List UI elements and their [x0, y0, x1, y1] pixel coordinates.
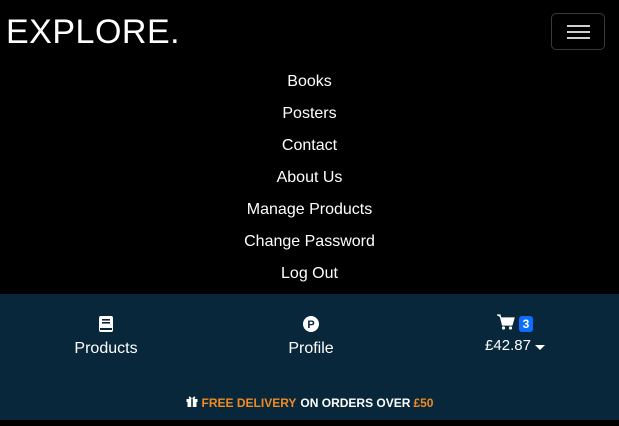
menu-toggle-button[interactable]: [551, 13, 605, 50]
hamburger-icon-line-2: [567, 31, 590, 33]
nav-item-books: Books: [0, 66, 619, 98]
shopping-cart-icon: [496, 313, 515, 335]
profile-label: Profile: [288, 340, 334, 357]
nav-link-about-us[interactable]: About Us: [277, 162, 343, 194]
brand-logo[interactable]: EXPLORE.: [6, 12, 180, 52]
nav-item-posters: Posters: [0, 98, 619, 130]
cart-total: £42.87: [485, 337, 531, 354]
promo-highlight: FREE DELIVERY: [201, 395, 297, 410]
nav-link-manage-products[interactable]: Manage Products: [247, 194, 372, 226]
products-button[interactable]: Products: [56, 316, 156, 358]
promo-banner: FREE DELIVERY ON ORDERS OVER £50: [0, 395, 619, 410]
nav-link-books[interactable]: Books: [287, 66, 331, 98]
bottom-strip: [0, 420, 619, 426]
cart-count-badge: 3: [518, 316, 534, 332]
products-label: Products: [74, 340, 138, 357]
svg-text:P: P: [307, 319, 314, 331]
hamburger-icon-line-1: [567, 25, 590, 27]
nav-link-contact[interactable]: Contact: [282, 130, 337, 162]
nav-item-contact: Contact: [0, 130, 619, 162]
hamburger-icon-line-3: [567, 37, 590, 39]
promo-middle-text: ON ORDERS OVER: [300, 395, 411, 410]
book-icon: [56, 316, 156, 336]
nav-link-change-password[interactable]: Change Password: [244, 226, 375, 258]
page: EXPLORE. Books Posters Contact About Us …: [0, 0, 619, 426]
profile-p-icon: P: [262, 316, 360, 336]
nav-item-change-password: Change Password: [0, 226, 619, 258]
nav-link-log-out[interactable]: Log Out: [281, 258, 338, 290]
cart-total-row: £42.87: [470, 337, 560, 354]
caret-down-icon: [534, 344, 545, 350]
profile-button[interactable]: P Profile: [262, 316, 360, 358]
nav-link-posters[interactable]: Posters: [282, 98, 336, 130]
nav-menu: Books Posters Contact About Us Manage Pr…: [0, 66, 619, 290]
nav-item-log-out: Log Out: [0, 258, 619, 290]
cart-button[interactable]: 3 £42.87: [470, 313, 560, 354]
cart-summary: 3: [470, 313, 560, 335]
promo-amount: £50: [413, 395, 434, 410]
nav-item-manage-products: Manage Products: [0, 194, 619, 226]
gift-icon: [186, 395, 198, 410]
bottom-bar: Products P Profile 3 £42.87 FREE DELIVER…: [0, 294, 619, 420]
nav-item-about-us: About Us: [0, 162, 619, 194]
